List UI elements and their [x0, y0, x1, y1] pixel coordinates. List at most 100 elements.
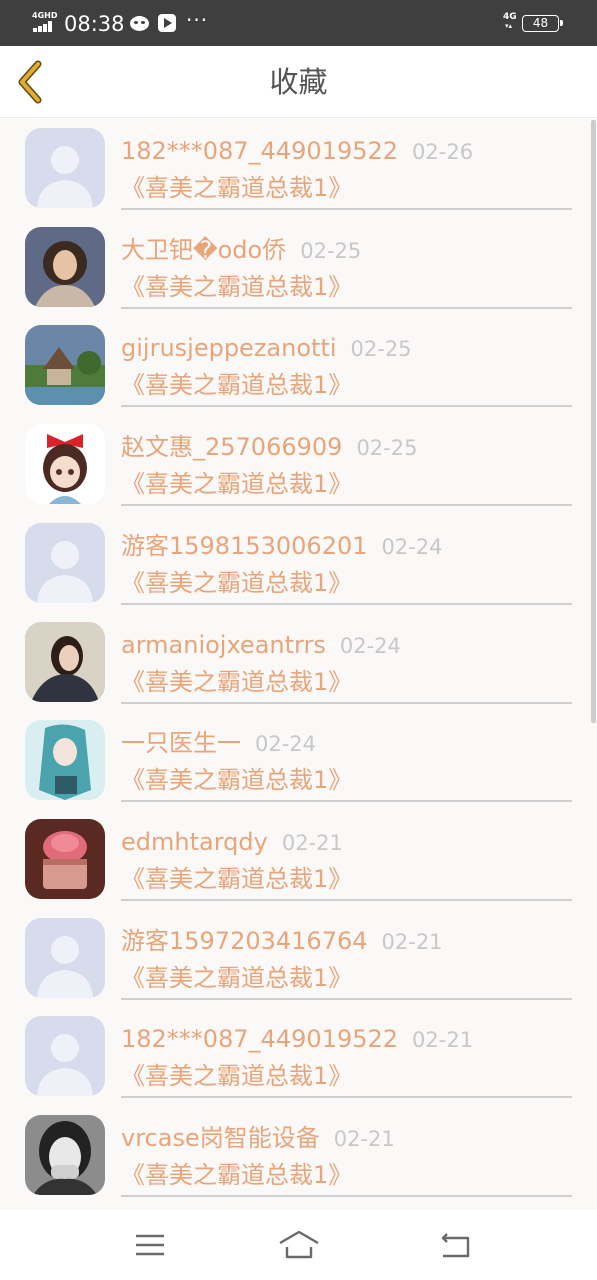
avatar[interactable]	[25, 621, 105, 702]
divider	[121, 405, 572, 408]
photo-avatar-pink-cupcake	[25, 818, 105, 899]
default-avatar	[25, 128, 105, 208]
menu-icon	[136, 1234, 164, 1256]
list-item[interactable]: 赵文惠_257066909 02-25 《喜美之霸道总裁1》	[0, 415, 597, 514]
avatar[interactable]	[25, 325, 105, 406]
back-icon	[441, 1233, 470, 1258]
user-name-text: vrcase岗智能设备	[121, 1124, 320, 1152]
list-item[interactable]: 游客1597203416764 02-21 《喜美之霸道总裁1》	[0, 909, 597, 1008]
system-nav-bar	[0, 1210, 597, 1280]
user-name: 游客1597203416764 02-21	[121, 927, 443, 956]
divider	[121, 701, 572, 704]
nav-bar: 收藏	[0, 46, 597, 118]
user-name-text: 182***087_449019522	[121, 137, 399, 165]
page-title: 收藏	[269, 65, 328, 99]
user-name-text: armaniojxeantrrs	[121, 630, 326, 659]
book-title[interactable]: 《喜美之霸道总裁1》	[121, 765, 352, 795]
avatar[interactable]	[25, 1016, 105, 1097]
favorite-date: 02-21	[281, 830, 343, 855]
divider	[121, 898, 572, 901]
divider	[121, 1096, 572, 1099]
user-name-text: 182***087_449019522	[121, 1025, 399, 1054]
user-name-text: 大卫钯�odo侨	[121, 235, 287, 264]
list-item[interactable]: 一只医生一 02-24 《喜美之霸道总裁1》	[0, 711, 597, 810]
home-icon	[279, 1230, 319, 1259]
menu-button[interactable]	[128, 1228, 172, 1262]
avatar[interactable]	[25, 1115, 105, 1195]
avatar[interactable]	[25, 720, 105, 801]
user-name-text: gijrusjeppezanotti	[121, 334, 337, 363]
network-type-right: 4G	[503, 12, 517, 22]
divider	[121, 306, 572, 309]
book-title[interactable]: 《喜美之霸道总裁1》	[121, 667, 352, 697]
home-button[interactable]	[277, 1228, 321, 1262]
scrollbar[interactable]	[591, 120, 596, 723]
book-title[interactable]: 《喜美之霸道总裁1》	[121, 1160, 352, 1190]
avatar[interactable]	[25, 522, 105, 603]
user-name: vrcase岗智能设备 02-21	[121, 1124, 395, 1153]
book-title[interactable]: 《喜美之霸道总裁1》	[121, 963, 352, 993]
favorite-date: 02-21	[333, 1127, 395, 1151]
divider	[121, 208, 572, 210]
book-title[interactable]: 《喜美之霸道总裁1》	[121, 272, 352, 302]
signal-icon	[33, 21, 57, 32]
favorite-date: 02-25	[356, 436, 418, 461]
return-button[interactable]	[433, 1228, 477, 1262]
list-item[interactable]: 182***087_449019522 02-21 《喜美之霸道总裁1》	[0, 1007, 597, 1106]
book-title[interactable]: 《喜美之霸道总裁1》	[121, 1061, 352, 1091]
user-name: 182***087_449019522 02-26	[121, 137, 473, 166]
user-name-text: 赵文惠_257066909	[121, 433, 343, 462]
chevron-left-icon	[18, 60, 42, 104]
favorites-list[interactable]: 182***087_449019522 02-26 《喜美之霸道总裁1》 大卫钯�od…	[0, 119, 597, 1210]
back-button[interactable]	[12, 58, 52, 106]
avatar[interactable]	[25, 917, 105, 998]
avatar[interactable]	[25, 424, 105, 505]
user-name-text: 游客1598153006201	[121, 531, 368, 560]
user-name: 一只医生一 02-24	[121, 729, 316, 758]
list-item[interactable]: armaniojxeantrrs 02-24 《喜美之霸道总裁1》	[0, 613, 597, 712]
favorite-date: 02-25	[350, 337, 412, 362]
divider	[121, 602, 572, 605]
avatar[interactable]	[25, 818, 105, 899]
photo-avatar-girl-curly-hair	[25, 226, 105, 307]
divider	[121, 1195, 572, 1197]
user-name: 大卫钯�odo侨 02-25	[121, 236, 361, 265]
photo-avatar-garden-house	[25, 325, 105, 406]
book-title[interactable]: 《喜美之霸道总裁1》	[121, 469, 352, 499]
book-title[interactable]: 《喜美之霸道总裁1》	[121, 864, 352, 894]
list-item[interactable]: edmhtarqdy 02-21 《喜美之霸道总裁1》	[0, 810, 597, 909]
list-item[interactable]: vrcase岗智能设备 02-21 《喜美之霸道总裁1》	[0, 1106, 597, 1205]
play-icon	[158, 14, 176, 32]
user-name: 赵文惠_257066909 02-25	[121, 433, 417, 462]
cat-icon	[130, 16, 149, 31]
favorite-date: 02-25	[300, 238, 362, 263]
avatar[interactable]	[25, 128, 105, 208]
list-item[interactable]: 182***087_449019522 02-26 《喜美之霸道总裁1》	[0, 119, 597, 218]
status-bar: 4GHD 08:38 ··· 4G ▾▴ 48	[0, 0, 597, 46]
list-item[interactable]: gijrusjeppezanotti 02-25 《喜美之霸道总裁1》	[0, 316, 597, 415]
list-item[interactable]: 游客1598153006201 02-24 《喜美之霸道总裁1》	[0, 514, 597, 613]
photo-avatar-bw-girl	[25, 1115, 105, 1195]
user-name-text: 游客1597203416764	[121, 926, 368, 955]
book-title[interactable]: 《喜美之霸道总裁1》	[121, 173, 352, 203]
user-name-text: edmhtarqdy	[121, 827, 268, 856]
user-name: edmhtarqdy 02-21	[121, 828, 343, 857]
avatar[interactable]	[25, 226, 105, 307]
battery-icon: 48	[522, 15, 563, 32]
favorite-date: 02-24	[339, 633, 401, 658]
user-name: 游客1598153006201 02-24	[121, 532, 443, 561]
list-item[interactable]: 大卫钯�odo侨 02-25 《喜美之霸道总裁1》	[0, 218, 597, 317]
anime-avatar-teal-hair	[25, 720, 105, 801]
book-title[interactable]: 《喜美之霸道总裁1》	[121, 370, 352, 400]
favorite-date: 02-21	[381, 929, 443, 954]
clock: 08:38	[64, 12, 125, 36]
favorite-date: 02-24	[381, 534, 443, 559]
default-avatar	[25, 1016, 105, 1097]
user-name: 182***087_449019522 02-21	[121, 1025, 473, 1054]
favorite-date: 02-26	[412, 140, 474, 164]
photo-avatar-girl-dark-hair	[25, 621, 105, 702]
user-name: armaniojxeantrrs 02-24	[121, 631, 401, 660]
book-title[interactable]: 《喜美之霸道总裁1》	[121, 568, 352, 598]
default-avatar	[25, 917, 105, 998]
more-notifications-icon: ···	[186, 8, 209, 32]
